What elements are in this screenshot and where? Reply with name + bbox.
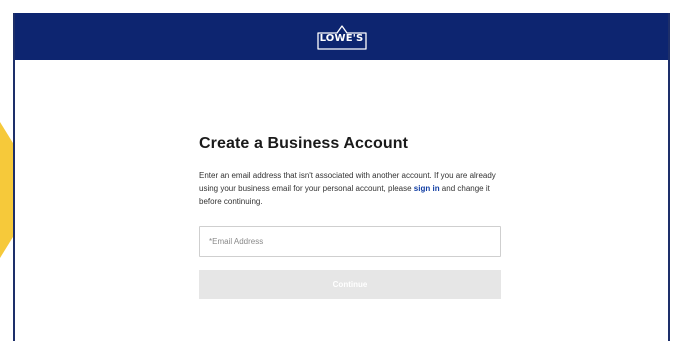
lowes-logo[interactable]: LOWE'S [315,22,369,52]
page-title: Create a Business Account [199,135,409,152]
create-account-form: Create a Business Account Enter an email… [199,135,501,299]
site-header: LOWE'S [15,13,668,60]
sign-in-link[interactable]: sign in [414,184,440,193]
continue-button[interactable]: Continue [199,270,501,299]
browser-window: LOWE'S Create a Business Account Enter a… [13,13,670,341]
form-description: Enter an email address that isn't associ… [199,169,501,208]
email-address-input[interactable] [199,226,501,257]
logo-text: LOWE'S [319,32,364,44]
